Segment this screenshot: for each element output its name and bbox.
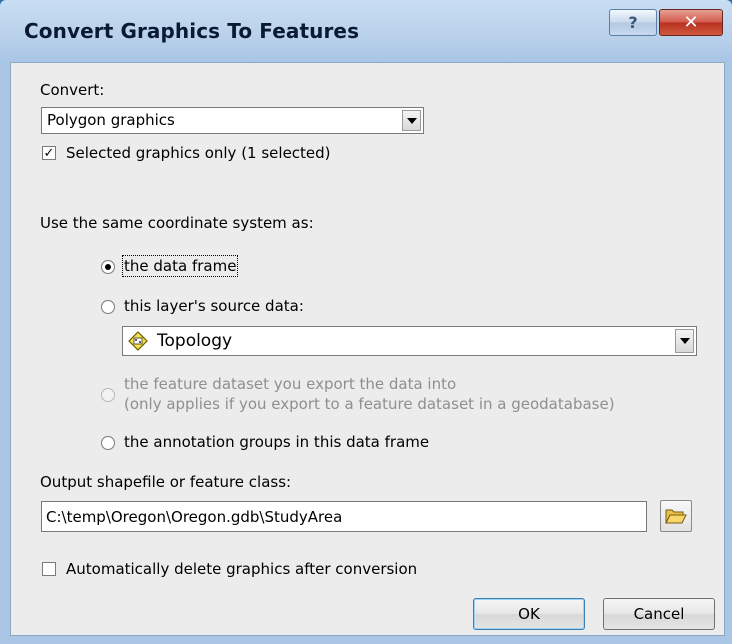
browse-button[interactable] (660, 500, 692, 532)
close-icon: ✕ (683, 12, 699, 33)
chevron-down-icon[interactable] (402, 110, 421, 131)
layer-select[interactable]: Topology (122, 326, 697, 356)
convert-select[interactable]: Polygon graphics (41, 107, 424, 134)
open-folder-icon (665, 509, 687, 524)
coordinate-heading: Use the same coordinate system as: (40, 214, 314, 232)
dialog-title: Convert Graphics To Features (24, 19, 360, 43)
help-button[interactable]: ? (609, 9, 657, 36)
output-path-field[interactable] (42, 502, 646, 531)
cancel-button[interactable]: Cancel (603, 598, 715, 630)
output-path-input[interactable] (41, 501, 647, 532)
convert-select-value: Polygon graphics (47, 111, 175, 129)
topology-layer-icon (128, 331, 148, 355)
radio-annotation-groups-label[interactable]: the annotation groups in this data frame (124, 433, 429, 451)
radio-feature-dataset (101, 388, 115, 402)
dialog-body: Convert: Polygon graphics ✓ Selected gra… (10, 62, 725, 636)
help-icon: ? (628, 13, 638, 32)
chevron-down-icon[interactable] (675, 329, 694, 353)
close-button[interactable]: ✕ (659, 9, 723, 36)
auto-delete-checkbox[interactable] (42, 562, 56, 576)
ok-button-label: OK (518, 605, 540, 623)
ok-button[interactable]: OK (473, 598, 585, 630)
title-bar[interactable]: Convert Graphics To Features ? ✕ (0, 0, 732, 62)
checkmark-icon: ✓ (43, 145, 55, 161)
radio-annotation-groups[interactable] (101, 436, 115, 450)
output-label: Output shapefile or feature class: (40, 473, 292, 491)
cancel-button-label: Cancel (633, 605, 685, 623)
radio-feature-dataset-note: (only applies if you export to a feature… (124, 395, 615, 413)
radio-data-frame[interactable] (101, 260, 115, 274)
dialog-window: Convert Graphics To Features ? ✕ Convert… (0, 0, 732, 644)
auto-delete-label[interactable]: Automatically delete graphics after conv… (66, 560, 417, 578)
radio-feature-dataset-label: the feature dataset you export the data … (124, 375, 457, 393)
selected-only-checkbox[interactable]: ✓ (42, 146, 56, 160)
selected-only-label[interactable]: Selected graphics only (1 selected) (66, 144, 331, 162)
radio-layer-source-label[interactable]: this layer's source data: (124, 297, 304, 315)
radio-layer-source[interactable] (101, 300, 115, 314)
layer-select-value: Topology (157, 331, 233, 351)
radio-data-frame-label[interactable]: the data frame (121, 255, 239, 277)
convert-label: Convert: (40, 81, 105, 99)
